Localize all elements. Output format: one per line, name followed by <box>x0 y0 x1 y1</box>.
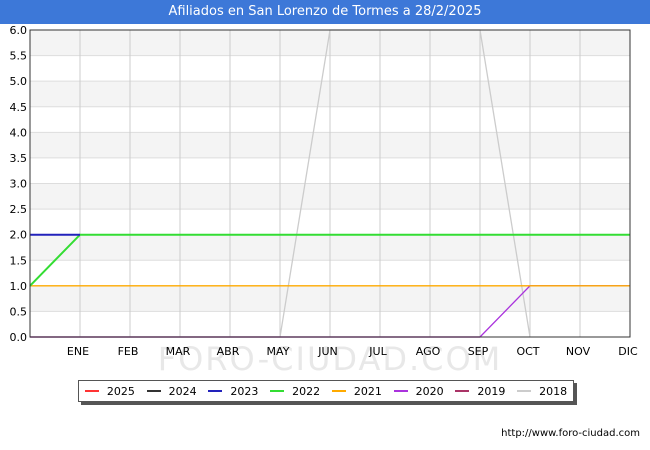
y-tick-label: 3.5 <box>10 152 28 165</box>
x-tick-label: SEP <box>468 345 489 358</box>
x-tick-label: NOV <box>566 345 591 358</box>
legend-label: 2020 <box>415 384 444 398</box>
y-tick-label: 6.0 <box>10 24 28 37</box>
legend-label: 2023 <box>230 384 259 398</box>
y-tick-label: 4.5 <box>10 101 28 114</box>
legend-item-2019: 2019 <box>455 385 505 398</box>
legend-swatch <box>146 390 161 392</box>
legend-item-2023: 2023 <box>208 385 258 398</box>
legend: 2025 2024 2023 2022 2021 2020 2019 2018 <box>78 380 574 402</box>
legend-swatch <box>455 390 470 392</box>
legend-item-2018: 2018 <box>517 385 567 398</box>
y-tick-label: 0.0 <box>10 331 28 344</box>
x-tick-label: AGO <box>416 345 441 358</box>
x-tick-label: FEB <box>118 345 139 358</box>
legend-label: 2022 <box>292 384 321 398</box>
x-tick-label: JUL <box>368 345 387 358</box>
legend-label: 2024 <box>168 384 197 398</box>
legend-swatch <box>393 390 408 392</box>
legend-label: 2021 <box>353 384 382 398</box>
legend-swatch <box>270 390 285 392</box>
legend-label: 2019 <box>477 384 506 398</box>
legend-swatch <box>208 390 223 392</box>
y-tick-label: 5.5 <box>10 50 28 63</box>
legend-swatch <box>84 390 99 392</box>
legend-label: 2018 <box>539 384 568 398</box>
x-tick-label: OCT <box>516 345 539 358</box>
y-tick-label: 2.0 <box>10 229 28 242</box>
x-tick-label: DIC <box>618 345 638 358</box>
legend-item-2022: 2022 <box>270 385 320 398</box>
legend-label: 2025 <box>106 384 135 398</box>
legend-item-2024: 2024 <box>146 384 197 398</box>
y-tick-label: 3.0 <box>10 178 28 191</box>
y-tick-label: 0.5 <box>10 305 28 318</box>
legend-item-2020: 2020 <box>393 384 444 398</box>
legend-item-2021: 2021 <box>331 384 382 398</box>
x-tick-label: ABR <box>217 345 240 358</box>
y-tick-label: 1.0 <box>10 280 28 293</box>
x-tick-label: MAY <box>267 345 290 358</box>
legend-item-2025: 2025 <box>84 384 135 398</box>
y-tick-label: 2.5 <box>10 203 28 216</box>
legend-swatch <box>331 390 346 392</box>
x-tick-label: ENE <box>67 345 89 358</box>
source-url: http://www.foro-ciudad.com <box>501 428 640 439</box>
y-axis-labels: 0.0 0.5 1.0 1.5 2.0 2.5 3.0 3.5 4.0 4.5 5.0 5.5 6.0 <box>10 24 28 344</box>
y-tick-label: 5.0 <box>10 75 28 88</box>
x-tick-label: JUN <box>317 345 338 358</box>
x-tick-label: MAR <box>166 345 191 358</box>
y-tick-label: 4.0 <box>10 126 28 139</box>
y-tick-label: 1.5 <box>10 254 28 267</box>
legend-swatch <box>517 390 532 392</box>
